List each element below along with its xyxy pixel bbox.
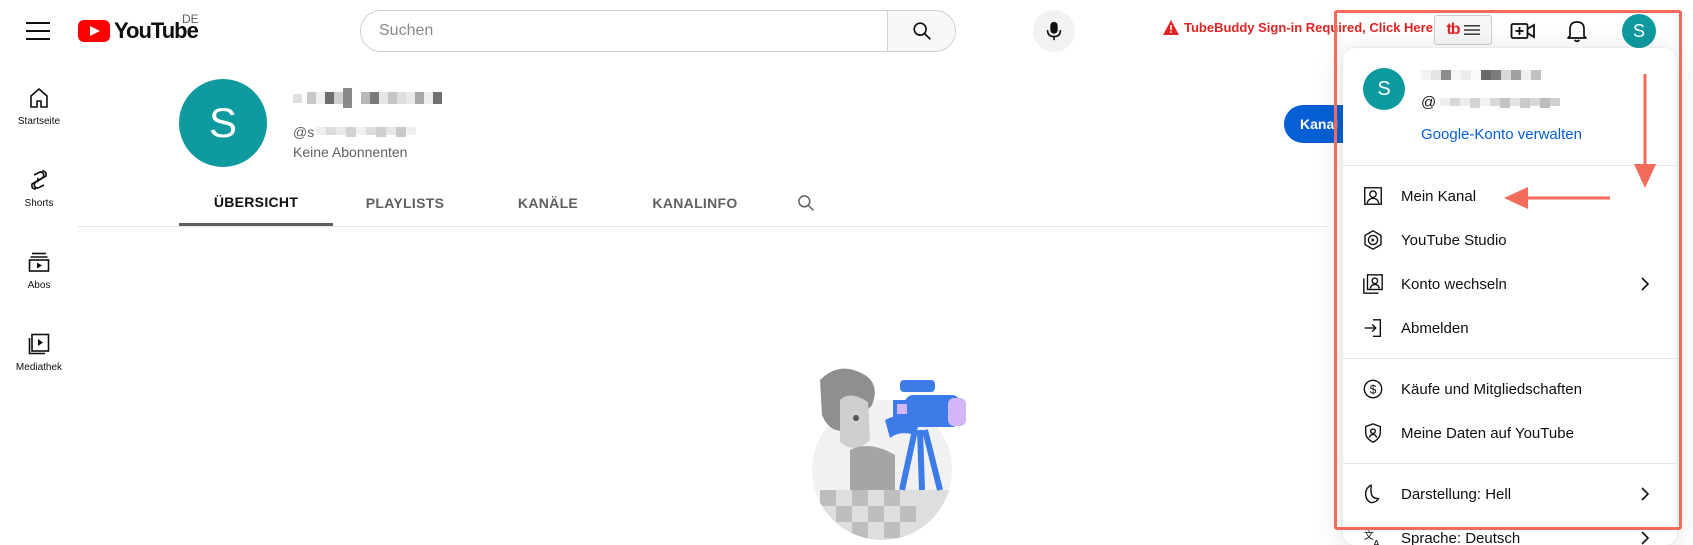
language-icon: 文A <box>1361 526 1385 545</box>
tubebuddy-signin-warning[interactable]: TubeBuddy Sign-in Required, Click Here <box>1163 20 1433 35</box>
menu-item-label: Abmelden <box>1401 319 1469 337</box>
svg-text:$: $ <box>1370 383 1377 397</box>
notifications-button[interactable] <box>1560 14 1594 48</box>
hamburger-menu-icon[interactable] <box>26 22 50 40</box>
subscriptions-icon <box>28 252 50 272</box>
switch-account-icon <box>1361 272 1385 296</box>
channel-handle-prefix: @s <box>293 124 315 140</box>
menu-section-data: $ Käufe und Mitgliedschaften Meine Daten… <box>1343 359 1677 464</box>
country-code: DE <box>182 12 199 26</box>
studio-icon <box>1361 228 1385 252</box>
menu-item-label: Käufe und Mitgliedschaften <box>1401 380 1582 398</box>
tubebuddy-warning-text: TubeBuddy Sign-in Required, Click Here <box>1184 20 1433 35</box>
sidebar-label: Mediathek <box>15 362 63 373</box>
purchases-icon: $ <box>1361 377 1385 401</box>
menu-lines-icon <box>1463 25 1480 35</box>
menu-item-youtube-studio[interactable]: YouTube Studio <box>1343 218 1677 262</box>
handle-redacted <box>316 127 417 137</box>
search-icon <box>912 22 931 40</box>
tab-search[interactable] <box>771 180 841 226</box>
channel-icon <box>1361 184 1385 208</box>
bell-icon <box>1567 21 1587 43</box>
menu-avatar: S <box>1363 68 1405 110</box>
moon-icon <box>1361 482 1385 506</box>
youtube-play-icon <box>78 20 110 42</box>
menu-item-konto-wechseln[interactable]: Konto wechseln <box>1343 262 1677 306</box>
chevron-right-icon <box>1641 277 1650 291</box>
home-icon <box>30 88 48 108</box>
sidebar-item-abos[interactable]: Abos <box>0 234 78 316</box>
empty-channel-illustration <box>812 368 966 540</box>
channel-avatar[interactable]: S <box>179 79 267 167</box>
search-bar <box>360 10 956 52</box>
menu-item-meine-daten[interactable]: Meine Daten auf YouTube <box>1343 411 1677 455</box>
account-avatar-button[interactable]: S <box>1622 14 1656 48</box>
channel-handle: @s <box>293 124 417 140</box>
sidebar-label: Startseite <box>17 116 61 127</box>
sidebar-item-shorts[interactable]: Shorts <box>0 152 78 234</box>
sidebar-label: Shorts <box>24 198 54 209</box>
menu-item-label: Meine Daten auf YouTube <box>1401 424 1574 442</box>
chevron-right-icon <box>1641 487 1650 501</box>
search-icon <box>798 195 815 212</box>
sign-out-icon <box>1361 316 1385 340</box>
menu-item-label: YouTube Studio <box>1401 231 1507 249</box>
menu-item-label: Mein Kanal <box>1401 187 1477 205</box>
create-button[interactable] <box>1506 14 1540 48</box>
menu-handle: @ <box>1421 94 1561 111</box>
tab-kanaele[interactable]: KANÄLE <box>477 180 619 226</box>
sidebar-label: Abos <box>27 280 51 291</box>
menu-item-label: Konto wechseln <box>1401 275 1507 293</box>
channel-tabs: ÜBERSICHT PLAYLISTS KANÄLE KANALINFO <box>179 180 841 226</box>
search-input[interactable] <box>361 11 887 51</box>
tabs-divider <box>78 226 1328 227</box>
mini-guide: Startseite Shorts Abos Mediathek <box>0 70 78 398</box>
library-icon <box>28 333 50 355</box>
microphone-icon <box>1046 21 1062 41</box>
menu-section-settings: Darstellung: Hell 文A Sprache: Deutsch <box>1343 464 1677 545</box>
tubebuddy-logo: tb <box>1446 21 1460 38</box>
youtube-logo[interactable]: YouTube <box>78 18 199 44</box>
menu-item-mein-kanal[interactable]: Mein Kanal <box>1343 174 1677 218</box>
menu-section-account: Mein Kanal YouTube Studio Konto wechseln… <box>1343 166 1677 359</box>
menu-item-abmelden[interactable]: Abmelden <box>1343 306 1677 350</box>
svg-text:A: A <box>1373 539 1380 545</box>
chevron-right-icon <box>1641 531 1650 545</box>
manage-google-account-link[interactable]: Google-Konto verwalten <box>1421 126 1582 143</box>
handle-redacted <box>1440 97 1561 108</box>
tubebuddy-menu-button[interactable]: tb <box>1434 15 1492 45</box>
shorts-icon <box>31 170 47 190</box>
your-data-icon <box>1361 421 1385 445</box>
menu-item-label: Sprache: Deutsch <box>1401 529 1521 545</box>
subscriber-count: Keine Abonnenten <box>293 144 408 160</box>
voice-search-button[interactable] <box>1033 10 1075 52</box>
sidebar-item-startseite[interactable]: Startseite <box>0 70 78 152</box>
menu-item-sprache[interactable]: 文A Sprache: Deutsch <box>1343 516 1677 545</box>
create-video-icon <box>1510 23 1535 39</box>
search-button[interactable] <box>887 11 955 51</box>
tab-kanalinfo[interactable]: KANALINFO <box>619 180 771 226</box>
account-name-redacted <box>1421 70 1541 80</box>
menu-handle-prefix: @ <box>1421 94 1437 111</box>
channel-name-redacted <box>293 88 442 108</box>
account-menu: S @ Google-Konto verwalten Mein Kanal Yo… <box>1343 48 1677 545</box>
menu-item-darstellung[interactable]: Darstellung: Hell <box>1343 472 1677 516</box>
sidebar-item-mediathek[interactable]: Mediathek <box>0 316 78 398</box>
menu-item-label: Darstellung: Hell <box>1401 485 1512 503</box>
tab-uebersicht[interactable]: ÜBERSICHT <box>179 180 333 226</box>
account-menu-header: S @ Google-Konto verwalten <box>1343 48 1677 166</box>
warning-icon <box>1163 20 1179 35</box>
menu-item-kaeufe[interactable]: $ Käufe und Mitgliedschaften <box>1343 367 1677 411</box>
tab-playlists[interactable]: PLAYLISTS <box>333 180 477 226</box>
